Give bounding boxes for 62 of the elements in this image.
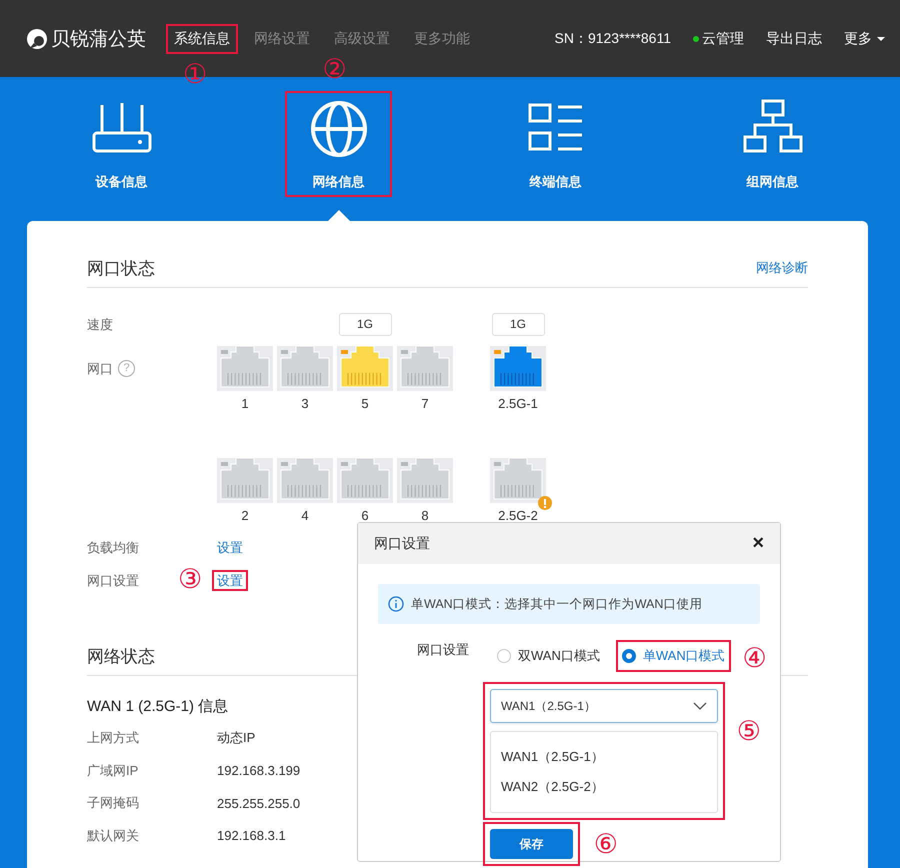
mode-radio[interactable]: 双WAN口模式 bbox=[493, 642, 604, 670]
section-tab[interactable]: 设备信息 bbox=[80, 97, 164, 197]
cloud-link[interactable]: 云管理 bbox=[693, 30, 744, 48]
speed-field: 1G bbox=[338, 313, 392, 336]
wan-select[interactable]: WAN1（2.5G-1） bbox=[490, 689, 718, 723]
close-button[interactable]: × bbox=[752, 532, 764, 555]
port-label: 2.5G-1 bbox=[498, 395, 538, 413]
brand-name: 贝锐蒲公英 bbox=[51, 28, 146, 52]
section-heading: 网口状态 bbox=[87, 258, 155, 280]
step-number: ④ bbox=[742, 644, 767, 674]
field-label: 负载均衡 bbox=[87, 540, 139, 554]
port-label: 7 bbox=[421, 395, 429, 413]
port-label: 1 bbox=[241, 395, 249, 413]
port-label: 3 bbox=[301, 395, 309, 413]
port-label: 8 bbox=[421, 507, 429, 525]
field-label: 子网掩码 bbox=[87, 795, 139, 810]
field-label: 广域网IP bbox=[87, 762, 138, 778]
section-tab[interactable]: 组网信息 bbox=[730, 97, 814, 197]
logo-icon bbox=[26, 28, 48, 50]
step-number: ③ bbox=[178, 564, 202, 594]
diagnose-link[interactable]: 网络诊断 bbox=[756, 259, 808, 277]
port-label: 4 bbox=[301, 507, 309, 525]
field-label: 上网方式 bbox=[87, 730, 139, 746]
settings-link[interactable]: 设置 bbox=[214, 538, 246, 556]
field-label: 网口 bbox=[87, 360, 113, 378]
save-button[interactable]: 保存 bbox=[490, 829, 573, 859]
speed-field: 1G bbox=[492, 313, 544, 336]
field-value: 255.255.255.0 bbox=[217, 796, 300, 811]
step-number: ⑤ bbox=[736, 717, 761, 747]
port-label: 2 bbox=[241, 507, 249, 525]
nav-tab[interactable]: 高级设置 bbox=[328, 26, 396, 52]
dialog-title: 网口设置 bbox=[374, 534, 430, 552]
serial-number: SN：9123****8611 bbox=[554, 30, 671, 48]
help-icon[interactable]: ? bbox=[118, 360, 135, 377]
field-label: 网口设置 bbox=[87, 572, 139, 588]
section-heading: 网络状态 bbox=[87, 646, 155, 668]
port-label: 6 bbox=[361, 507, 369, 525]
field-value: 动态IP bbox=[217, 729, 256, 748]
field-label: 网口设置 bbox=[417, 641, 470, 659]
caret-icon bbox=[877, 36, 885, 40]
info-text: 单WAN口模式：选择其中一个网口作为WAN口使用 bbox=[411, 596, 702, 612]
wan-title: WAN 1 (2.5G-1) 信息 bbox=[87, 697, 228, 716]
step-number: ② bbox=[322, 55, 347, 85]
more-menu[interactable]: 更多 bbox=[844, 30, 885, 48]
dropdown-option[interactable]: WAN1（2.5G-1） bbox=[491, 742, 717, 772]
nav-tab[interactable]: 更多功能 bbox=[408, 26, 476, 52]
port-label: 5 bbox=[361, 395, 369, 413]
cloud-label: 云管理 bbox=[702, 30, 744, 48]
field-label: 速度 bbox=[87, 316, 114, 334]
field-value: 192.168.3.1 bbox=[217, 828, 286, 844]
dropdown-option[interactable]: WAN2（2.5G-2） bbox=[491, 772, 717, 802]
settings-link[interactable]: 设置 bbox=[214, 572, 246, 588]
step-number: ⑥ bbox=[594, 830, 618, 860]
export-log-link[interactable]: 导出日志 bbox=[766, 30, 822, 48]
info-icon bbox=[388, 596, 404, 612]
field-value: 192.168.3.199 bbox=[217, 763, 300, 778]
port-label: 2.5G-2 bbox=[498, 507, 538, 525]
field-label: 默认网关 bbox=[87, 828, 139, 843]
section-tab[interactable]: 终端信息 bbox=[514, 97, 598, 197]
nav-tab[interactable]: 网络设置 bbox=[248, 26, 316, 52]
chevron-icon bbox=[693, 702, 707, 710]
section-tab[interactable]: 网络信息 bbox=[287, 93, 390, 195]
